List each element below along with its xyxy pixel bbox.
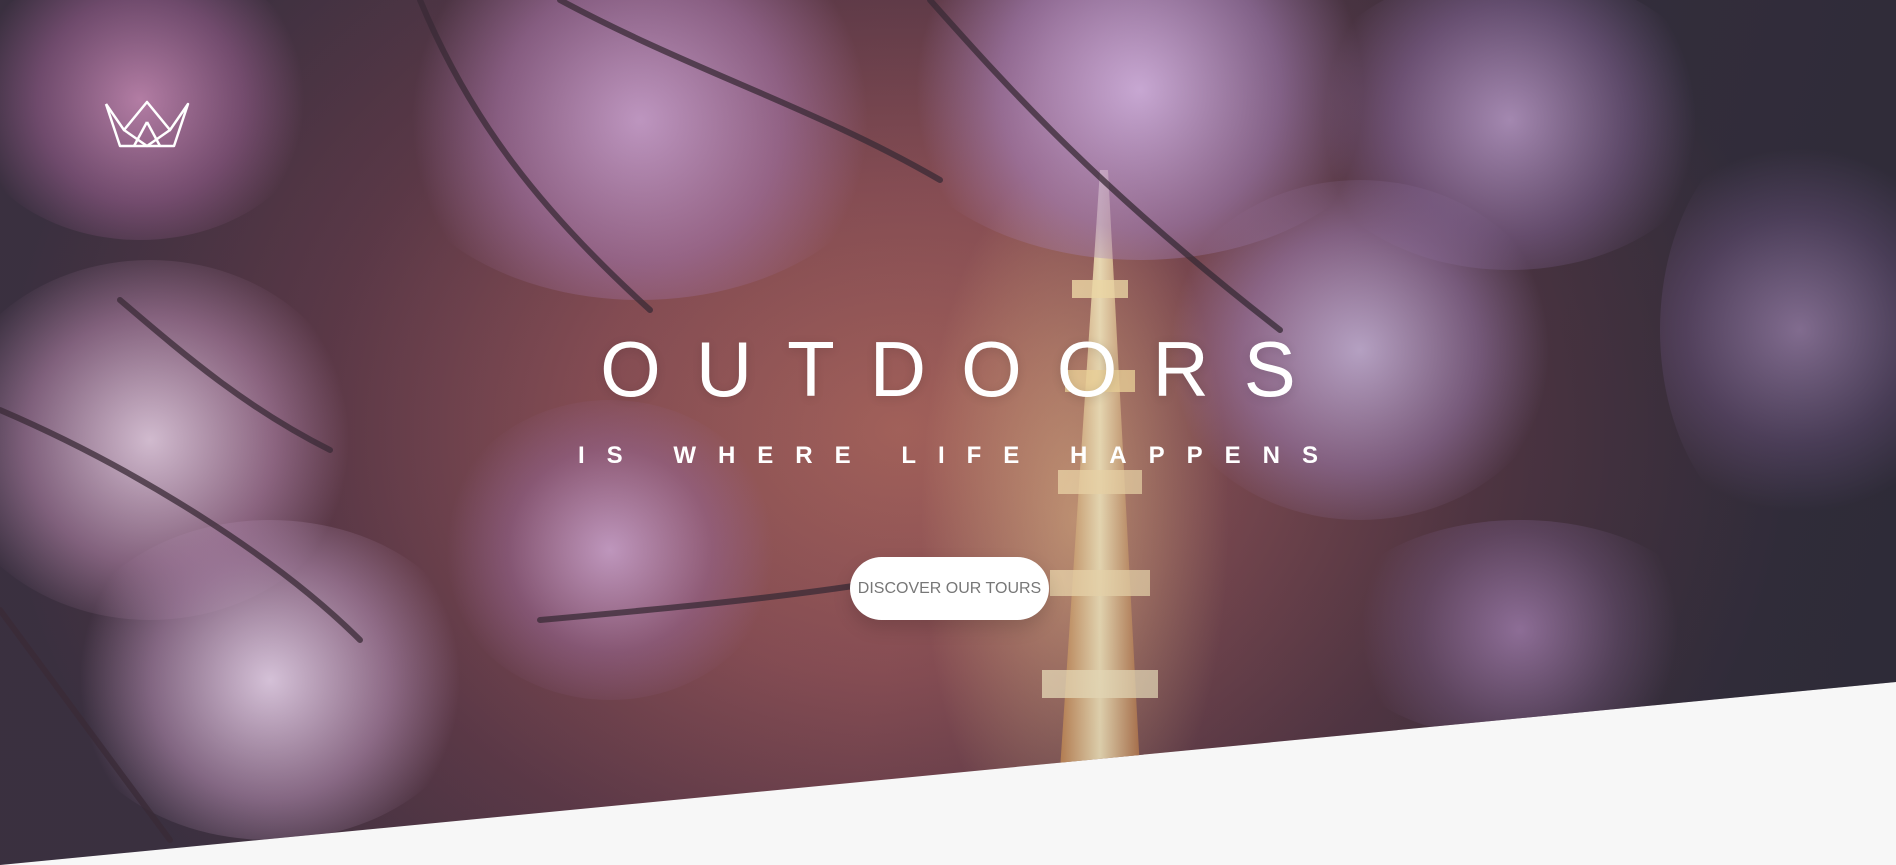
discover-tours-button[interactable]: DISCOVER OUR TOURS [850,557,1049,620]
hero-heading: OUTDOORS IS WHERE LIFE HAPPENS [0,330,1896,468]
hero-title: OUTDOORS IS WHERE LIFE HAPPENS [0,330,1896,468]
hero-title-main: OUTDOORS [600,325,1331,413]
hero-title-sub: IS WHERE LIFE HAPPENS [577,442,1341,469]
crown-logo-icon[interactable] [104,100,190,150]
hero-section: OUTDOORS IS WHERE LIFE HAPPENS DISCOVER … [0,0,1896,865]
